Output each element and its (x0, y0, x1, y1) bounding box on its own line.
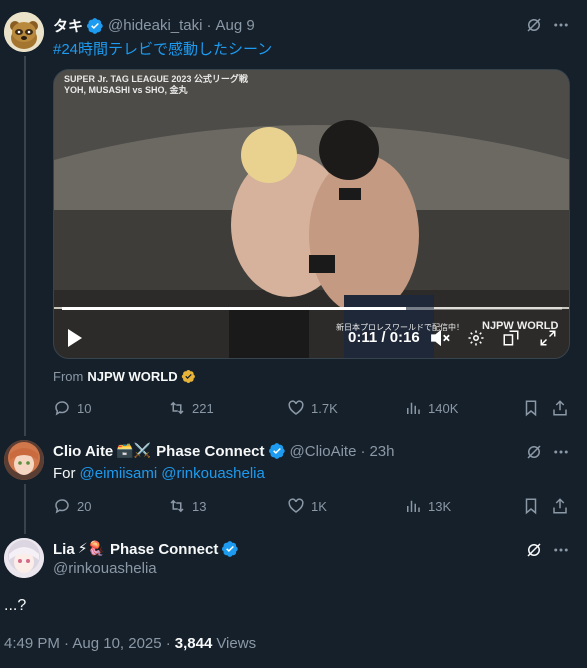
avatar[interactable] (4, 440, 44, 480)
source-name[interactable]: NJPW WORLD (87, 369, 177, 384)
views-icon (407, 402, 420, 414)
views-count: 3,844 (174, 635, 213, 652)
tweet-header: タキ @hideaki_taki · Aug 9 (53, 15, 255, 36)
video-overlay-matchup: YOH, MUSASHI vs SHO, 金丸 (64, 85, 188, 95)
verified-badge-icon (268, 443, 285, 459)
handle[interactable]: @rinkouashelia (53, 560, 157, 577)
grok-icon[interactable] (524, 442, 544, 462)
thread-connector (24, 484, 26, 534)
tweet-text: ...? (4, 597, 27, 614)
like-count: 1.7K (311, 400, 338, 416)
like-button[interactable]: 1.7K (287, 399, 338, 417)
reply-button[interactable]: 20 (53, 497, 91, 515)
views-count: 140K (428, 400, 459, 416)
share-icon[interactable] (550, 496, 570, 516)
mention-link[interactable]: @eimiisami (80, 465, 158, 482)
reply-button[interactable]: 10 (53, 399, 91, 417)
pop-out-icon[interactable] (502, 329, 520, 351)
fullscreen-icon[interactable] (539, 329, 557, 351)
share-icon[interactable] (550, 398, 570, 418)
avatar-anime-girl-icon (4, 440, 44, 480)
display-name[interactable]: タキ (53, 15, 83, 36)
retweet-button[interactable]: 13 (168, 497, 206, 515)
video-frame (54, 70, 569, 358)
avatar-tanuki-icon (4, 12, 44, 52)
reply-icon (55, 499, 69, 514)
hashtag-link[interactable]: #24時間テレビで感動したシーン (53, 38, 272, 59)
avatar[interactable] (4, 538, 44, 578)
tweet-meta: 4:49 PM · Aug 10, 2025 · 3,844 Views (4, 635, 256, 652)
name-emojis: 🗃️⚔️ (116, 443, 152, 459)
video-player[interactable]: SUPER Jr. TAG LEAGUE 2023 公式リーグ戦 YOH, MU… (53, 69, 570, 359)
more-options-icon[interactable] (551, 540, 571, 560)
tweet-text: For @eimiisami @rinkouashelia (53, 465, 265, 482)
retweet-count: 221 (192, 400, 214, 416)
affiliation: Phase Connect (156, 442, 265, 460)
video-time: 0:11 / 0:16 (348, 329, 420, 346)
verified-badge-icon (222, 541, 239, 557)
mute-icon[interactable] (430, 329, 452, 351)
tweet-date[interactable]: 23h (369, 443, 394, 460)
verified-badge-icon (86, 17, 103, 34)
tweet-header: Clio Aite 🗃️⚔️ Phase Connect @ClioAite ·… (53, 442, 394, 460)
retweet-count: 13 (192, 498, 207, 514)
reply-count: 10 (77, 400, 92, 416)
views-icon (407, 500, 420, 512)
gold-verified-badge-icon (181, 369, 195, 384)
views-button[interactable]: 13K (404, 497, 451, 515)
separator: · (360, 442, 366, 460)
video-overlay-title: SUPER Jr. TAG LEAGUE 2023 公式リーグ戦 (64, 74, 248, 84)
grok-icon[interactable] (524, 15, 544, 35)
views-label: Views (216, 635, 257, 652)
timestamp[interactable]: 4:49 PM · Aug 10, 2025 · (4, 635, 171, 652)
more-options-icon[interactable] (551, 15, 571, 35)
handle[interactable]: @hideaki_taki (108, 17, 202, 34)
source-prefix: From (53, 369, 84, 384)
grok-icon[interactable] (524, 540, 544, 560)
video-progress-fill (62, 307, 406, 310)
retweet-button[interactable]: 221 (168, 399, 214, 417)
bookmark-icon[interactable] (521, 496, 541, 516)
like-button[interactable]: 1K (287, 497, 327, 515)
settings-icon[interactable] (467, 329, 485, 351)
more-options-icon[interactable] (551, 442, 571, 462)
display-name[interactable]: Lia (53, 541, 75, 558)
handle[interactable]: @ClioAite (290, 443, 357, 460)
tweet-header: Lia ⚡🪼 Phase Connect (53, 540, 239, 558)
reply-count: 20 (77, 498, 92, 514)
views-count: 13K (428, 498, 452, 514)
like-count: 1K (311, 498, 327, 514)
avatar-anime-girl-icon (4, 538, 44, 578)
video-source: From NJPW WORLD (53, 369, 196, 384)
bookmark-icon[interactable] (521, 398, 541, 418)
name-emojis: ⚡🪼 (77, 541, 105, 557)
avatar[interactable] (4, 12, 44, 52)
display-name[interactable]: Clio Aite (53, 443, 113, 460)
separator: · (206, 17, 212, 34)
video-progress-track[interactable] (62, 307, 562, 310)
heart-icon (288, 400, 304, 415)
tweet-date[interactable]: Aug 9 (215, 17, 254, 34)
affiliation: Phase Connect (109, 540, 219, 558)
text-prefix: For (53, 465, 76, 482)
views-button[interactable]: 140K (404, 399, 458, 417)
heart-icon (288, 498, 304, 513)
retweet-icon (170, 401, 184, 415)
thread-connector (24, 56, 26, 436)
mention-link[interactable]: @rinkouashelia (161, 465, 265, 482)
play-icon[interactable] (66, 328, 84, 352)
retweet-icon (170, 499, 184, 513)
reply-icon (55, 401, 69, 416)
